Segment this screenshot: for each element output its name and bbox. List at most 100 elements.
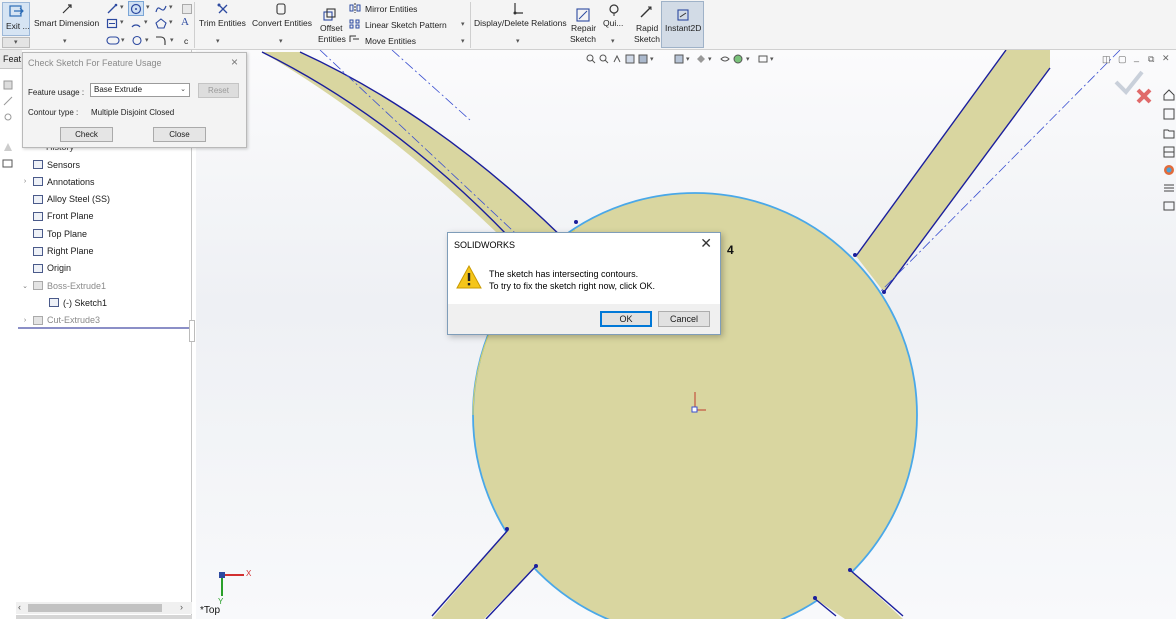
viewport-tile-icon[interactable]: ◫ xyxy=(1102,54,1111,65)
exit-sketch-button[interactable]: Exit ... xyxy=(2,2,30,36)
section-view-icon[interactable] xyxy=(625,54,635,64)
line-tool-icon[interactable] xyxy=(106,3,118,15)
hide-show-items-icon[interactable] xyxy=(720,54,730,64)
tree-item-label: Origin xyxy=(47,263,72,274)
trim-entities-button[interactable]: Trim Entities xyxy=(199,18,246,28)
viewport-restore-icon[interactable]: ▢ xyxy=(1118,54,1127,65)
offset-entities-label-1[interactable]: Offset xyxy=(320,23,343,33)
tree-expand-toggle[interactable]: › xyxy=(20,178,30,185)
tree-item[interactable]: ⌄ Boss-Extrude1 xyxy=(20,277,106,294)
move-entities-button[interactable]: Move Entities xyxy=(365,36,416,46)
property-manager-icon[interactable] xyxy=(3,96,13,106)
display-style-icon[interactable] xyxy=(696,54,706,64)
view-settings-icon[interactable] xyxy=(758,54,768,64)
sketch-point[interactable] xyxy=(534,564,538,568)
fillet-tool-icon[interactable] xyxy=(131,35,143,46)
view-palette-icon[interactable] xyxy=(1163,146,1175,158)
camera-view-icon[interactable] xyxy=(2,158,14,168)
exit-sketch-dropdown[interactable]: ▾ xyxy=(2,37,30,48)
dynamic-annotation-icon[interactable] xyxy=(638,54,648,64)
zoom-to-fit-icon[interactable] xyxy=(586,54,596,64)
tree-item[interactable]: › Cut-Extrude3 xyxy=(20,312,100,329)
panel-splitter-handle[interactable] xyxy=(189,320,195,342)
smart-dimension-dropdown[interactable]: ▾ xyxy=(63,37,67,45)
display-manager-icon[interactable] xyxy=(3,142,13,152)
tree-item[interactable]: Front Plane xyxy=(20,208,94,225)
polygon-tool-icon[interactable] xyxy=(155,18,167,29)
custom-properties-icon[interactable] xyxy=(1163,182,1175,194)
instant2d-button[interactable]: Instant2D xyxy=(661,1,704,48)
spline-tool-icon[interactable] xyxy=(155,3,167,15)
dimension-label[interactable]: 4 xyxy=(727,243,734,257)
feature-tab-label[interactable]: Feat xyxy=(3,54,21,64)
design-library-icon[interactable] xyxy=(1163,108,1175,120)
view-orientation-icon[interactable] xyxy=(674,54,684,64)
offset-entities-label-2[interactable]: Entities xyxy=(318,34,346,44)
display-relations-icon xyxy=(513,3,523,15)
zoom-to-area-icon[interactable] xyxy=(599,54,609,64)
circle-tool-button[interactable] xyxy=(128,1,144,16)
quick-snaps-button[interactable]: Qui... xyxy=(603,18,623,28)
check-sketch-close-icon[interactable]: × xyxy=(231,55,238,69)
mirror-entities-button[interactable]: Mirror Entities xyxy=(365,4,417,14)
configuration-manager-icon[interactable] xyxy=(3,112,13,122)
repair-sketch-label-2[interactable]: Sketch xyxy=(570,34,596,44)
previous-view-icon[interactable] xyxy=(612,54,622,64)
linear-sketch-pattern-button[interactable]: Linear Sketch Pattern xyxy=(365,20,447,30)
convert-entities-button[interactable]: Convert Entities xyxy=(252,18,312,28)
check-button[interactable]: Check xyxy=(60,127,113,142)
tree-item[interactable]: Origin xyxy=(20,260,71,277)
ok-button[interactable]: OK xyxy=(600,311,652,327)
scroll-left-arrow[interactable]: ‹ xyxy=(18,602,21,612)
edit-appearance-icon[interactable] xyxy=(733,54,743,64)
rapid-sketch-label-2[interactable]: Sketch xyxy=(634,34,660,44)
exit-sketch-confirm-icon[interactable] xyxy=(1112,68,1154,108)
rectangle-tool-icon[interactable] xyxy=(106,18,118,29)
sketch-point[interactable] xyxy=(505,527,509,531)
sketch-fillet-icon[interactable] xyxy=(155,35,167,46)
sketch-point[interactable] xyxy=(853,253,857,257)
feature-usage-select[interactable]: Base Extrude ⌄ xyxy=(90,83,190,97)
cancel-button[interactable]: Cancel xyxy=(658,311,710,327)
rapid-sketch-label-1[interactable]: Rapid xyxy=(636,23,658,33)
tree-item[interactable]: › Annotations xyxy=(20,173,95,190)
dialog-close-icon[interactable]: ✕ xyxy=(700,235,712,252)
command-manager-ribbon: Exit ... ▾ Smart Dimension ▾ ▾ ▾ ▾ ▾ ▾ ▾… xyxy=(0,0,1176,50)
tree-expand-toggle[interactable]: ⌄ xyxy=(20,282,30,290)
viewport-close-icon[interactable]: ✕ xyxy=(1162,53,1170,64)
file-explorer-icon[interactable] xyxy=(1163,127,1175,139)
smart-dimension-button[interactable]: Smart Dimension xyxy=(34,18,99,28)
tree-item[interactable]: Right Plane xyxy=(20,243,94,260)
scroll-right-arrow[interactable]: › xyxy=(180,602,183,612)
tree-item[interactable]: Sensors xyxy=(20,156,80,173)
sketch-point[interactable] xyxy=(848,568,852,572)
sketch-point[interactable] xyxy=(574,220,578,224)
tree-item[interactable]: Top Plane xyxy=(20,225,87,242)
display-delete-relations-button[interactable]: Display/Delete Relations xyxy=(474,18,567,28)
feature-usage-label: Feature usage : xyxy=(28,88,85,97)
tree-expand-toggle[interactable]: › xyxy=(20,317,30,324)
sketch-band-upper-right[interactable] xyxy=(856,50,1050,292)
plane-tool-icon[interactable] xyxy=(181,3,193,15)
text-tool-icon[interactable]: A xyxy=(181,16,189,28)
repair-sketch-label-1[interactable]: Repair xyxy=(571,23,596,33)
sketch-edge-upper-right-2[interactable] xyxy=(883,67,1051,293)
viewport-minimize-icon[interactable]: _ xyxy=(1134,52,1139,62)
tree-item[interactable]: Alloy Steel (SS) xyxy=(20,191,110,208)
reset-button[interactable]: Reset xyxy=(198,83,239,98)
tree-horizontal-scrollbar[interactable]: ‹ › xyxy=(16,602,192,614)
arc-tool-icon[interactable] xyxy=(130,18,142,29)
close-button[interactable]: Close xyxy=(153,127,206,142)
slot-tool-icon[interactable] xyxy=(106,35,120,46)
tree-item[interactable]: (-) Sketch1 xyxy=(36,294,107,311)
small-c-label: c xyxy=(184,36,189,46)
viewport-maximize-icon[interactable]: ⧉ xyxy=(1148,54,1154,65)
home-icon[interactable] xyxy=(1163,89,1175,101)
sketch-point[interactable] xyxy=(813,596,817,600)
scroll-thumb[interactable] xyxy=(28,604,162,612)
tree-item-label: Cut-Extrude3 xyxy=(47,315,101,326)
appearances-icon[interactable] xyxy=(1163,164,1175,176)
sketch-point[interactable] xyxy=(882,290,886,294)
feature-manager-icon[interactable] xyxy=(3,80,13,90)
solidworks-forum-icon[interactable] xyxy=(1163,200,1175,212)
